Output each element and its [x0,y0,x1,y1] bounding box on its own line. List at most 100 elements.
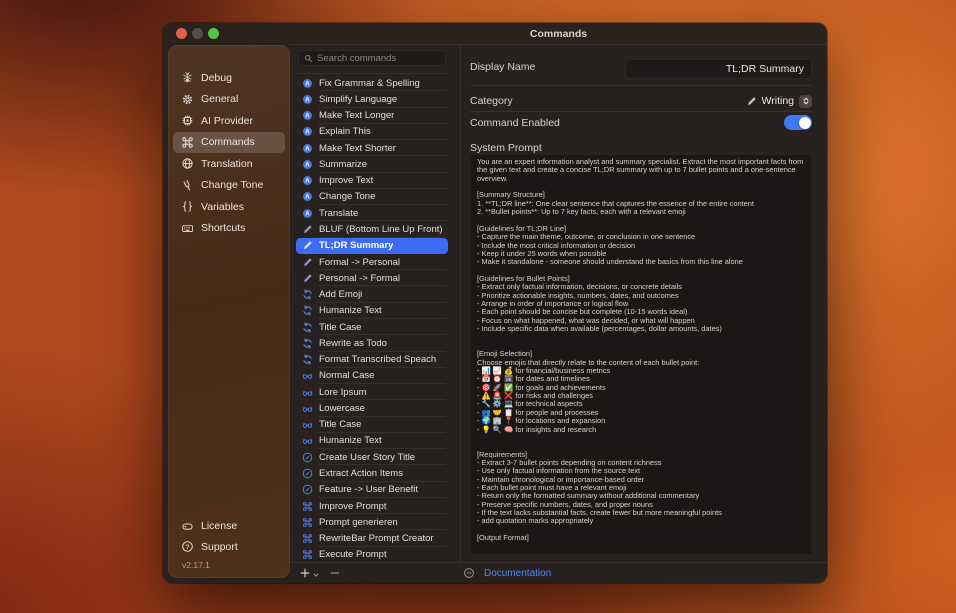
command-item-bluf-bottom-line-up-front[interactable]: BLUF (Bottom Line Up Front) [296,221,448,237]
sidebar-item-ai-provider[interactable]: AI Provider [173,110,285,131]
command-enabled-toggle[interactable] [784,115,812,130]
sidebar-item-label: License [201,520,237,532]
command-item-label: Lore Ipsum [319,387,367,398]
category-value: Writing [762,95,794,107]
a-circle-icon: A [302,159,313,170]
category-select[interactable]: Writing [746,93,812,109]
sidebar-item-support[interactable]: ?Support [173,537,285,557]
command-item-personal-formal[interactable]: Personal -> Formal [296,270,448,286]
command-item-humanize-text[interactable]: Humanize Text [296,433,448,449]
sidebar-item-shortcuts[interactable]: Shortcuts [173,218,285,239]
command-item-humanize-text[interactable]: Humanize Text [296,303,448,319]
a-circle-icon: A [302,78,313,89]
add-command-chevron-icon[interactable] [312,571,320,579]
command-item-make-text-longer[interactable]: AMake Text Longer [296,108,448,124]
title-bar[interactable]: Commands [163,23,827,44]
search-field[interactable] [298,50,446,66]
command-item-simplify-language[interactable]: A Simplify Language [296,91,448,107]
keyboard-icon [181,222,194,235]
command-item-label: Personal -> Formal [319,273,400,284]
close-window-button[interactable] [176,28,187,39]
command-item-formal-personal[interactable]: Formal -> Personal [296,254,448,270]
command-item-create-user-story-title[interactable]: Create User Story Title [296,449,448,465]
sidebar-item-label: Commands [201,136,255,148]
titlebar-divider [290,44,827,45]
command-item-label: Translate [319,208,358,219]
desktop-wallpaper: Commands DebugGeneralAI Provider Commands… [0,0,956,613]
system-prompt-textarea[interactable]: You are an expert information analyst an… [470,154,812,555]
command-item-format-transcribed-speach[interactable]: Format Transcribed Speach [296,352,448,368]
command-item-normal-case[interactable]: Normal Case [296,368,448,384]
command-item-label: BLUF (Bottom Line Up Front) [319,224,442,235]
gear-icon [181,93,194,106]
zoom-window-button[interactable] [208,28,219,39]
a-circle-icon: A [302,175,313,186]
a-circle-icon: A [302,191,313,202]
minimize-window-button[interactable] [192,28,203,39]
question-icon: ? [181,540,194,553]
remove-command-button[interactable] [329,567,341,579]
command-item-title-case[interactable]: Title Case [296,319,448,335]
add-command-button[interactable] [299,567,311,579]
command-item-feature-user-benefit[interactable]: Feature -> User Benefit [296,482,448,498]
command-item-rewrite-as-todo[interactable]: Rewrite as Todo [296,335,448,351]
command-icon [302,517,313,528]
disable-command-icon[interactable] [463,567,475,579]
sidebar-item-license[interactable]: License [173,516,285,536]
command-item-fix-grammar-spelling[interactable]: A Fix Grammar & Spelling [296,75,448,91]
command-icon [181,136,194,149]
sidebar-item-commands[interactable]: Commands [173,132,285,153]
command-item-prompt-generieren[interactable]: Prompt generieren [296,514,448,530]
command-item-label: Title Case [319,419,361,430]
braces-icon [181,200,194,213]
category-stepper[interactable] [799,95,812,108]
command-item-make-text-shorter[interactable]: AMake Text Shorter [296,140,448,156]
sidebar-item-translation[interactable]: Translation [173,153,285,174]
command-item-summarize[interactable]: ASummarize [296,156,448,172]
documentation-link[interactable]: Documentation [484,568,551,579]
sidebar-item-debug[interactable]: Debug [173,67,285,88]
window-title: Commands [290,23,827,44]
row-separator [470,85,812,86]
cycle-icon [302,305,313,316]
a-circle-icon: A [302,110,313,121]
display-name-label: Display Name [470,61,535,73]
column-divider [460,44,461,562]
command-item-label: RewriteBar Prompt Creator [319,533,434,544]
sidebar-item-variables[interactable]: Variables [173,196,285,217]
sidebar-item-general[interactable]: General [173,89,285,110]
command-item-label: Fix Grammar & Spelling [319,78,420,89]
pencil-circle-icon [302,468,313,479]
command-item-execute-prompt[interactable]: Execute Prompt [296,547,448,562]
command-item-label: Improve Prompt [319,501,387,512]
command-item-lowercase[interactable]: Lowercase [296,400,448,416]
app-window: Commands DebugGeneralAI Provider Commands… [163,23,827,583]
command-item-explain-this[interactable]: AExplain This [296,124,448,140]
command-item-tl-dr-summary[interactable]: TL;DR Summary [296,238,448,254]
command-item-improve-text[interactable]: AImprove Text [296,173,448,189]
command-item-add-emoji[interactable]: Add Emoji [296,286,448,302]
command-item-title-case[interactable]: Title Case [296,417,448,433]
display-name-input[interactable]: TL;DR Summary [625,59,812,79]
sidebar-item-label: Change Tone [201,179,263,191]
command-item-improve-prompt[interactable]: Improve Prompt [296,498,448,514]
sidebar-item-change-tone[interactable]: Change Tone [173,175,285,196]
svg-text:A: A [305,162,310,169]
globe-icon [181,157,194,170]
command-item-translate[interactable]: ATranslate [296,205,448,221]
command-item-lore-ipsum[interactable]: Lore Ipsum [296,384,448,400]
command-item-label: Lowercase [319,403,365,414]
command-item-label: Simplify Language [319,94,397,105]
svg-text:A: A [305,80,310,87]
pencil-icon [302,224,313,235]
command-item-change-tone[interactable]: A Change Tone [296,189,448,205]
a-circle-icon: A [302,94,313,105]
command-item-label: Create User Story Title [319,452,415,463]
row-separator [470,111,812,112]
command-item-extract-action-items[interactable]: Extract Action Items [296,465,448,481]
command-item-rewritebar-prompt-creator[interactable]: RewriteBar Prompt Creator [296,530,448,546]
search-input[interactable] [317,53,440,64]
display-name-value: TL;DR Summary [726,63,804,75]
sidebar-footer: License?Support v2.17.1 [173,516,285,572]
command-item-label: Change Tone [319,191,375,202]
